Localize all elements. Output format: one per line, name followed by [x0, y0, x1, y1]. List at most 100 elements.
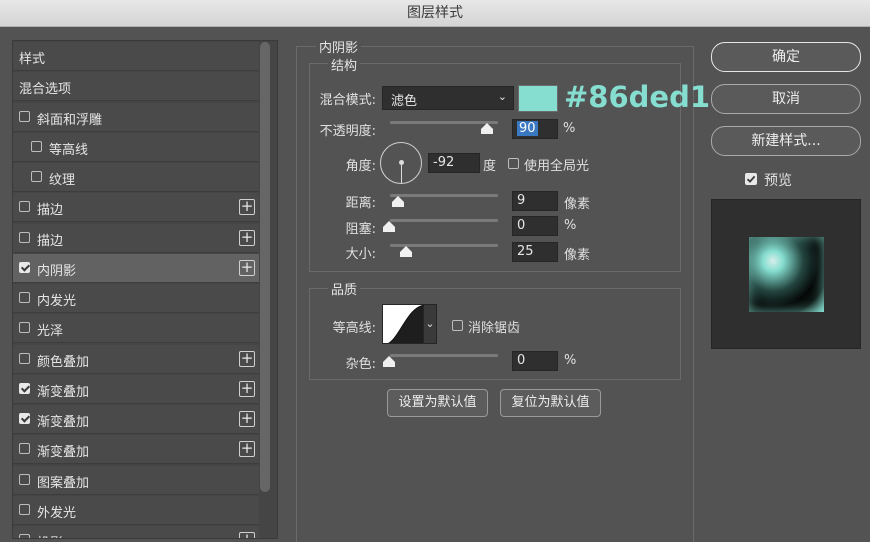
style-list-item-checkbox[interactable]	[19, 352, 30, 364]
style-list-item[interactable]: 混合选项	[13, 72, 259, 102]
choke-input[interactable]: 0	[512, 216, 558, 236]
size-unit: 像素	[564, 248, 591, 263]
choke-label: 阻塞:	[345, 222, 376, 237]
distance-input[interactable]: 9	[512, 191, 558, 211]
reset-default-button[interactable]: 复位为默认值	[500, 389, 601, 417]
global-light-label: 使用全局光	[524, 159, 590, 174]
choke-slider-track[interactable]	[390, 219, 498, 222]
style-list-item-label: 等高线	[49, 142, 89, 158]
style-list-item-label: 光泽	[37, 324, 64, 340]
anti-alias-label: 消除锯齿	[468, 321, 521, 336]
shadow-color-swatch[interactable]	[518, 85, 558, 112]
style-list-item[interactable]: 渐变叠加 +	[13, 405, 259, 434]
style-list-item-checkbox[interactable]	[19, 231, 30, 243]
style-preview	[711, 199, 861, 349]
style-list-item-checkbox[interactable]	[19, 201, 30, 213]
cancel-button[interactable]: 取消	[711, 84, 861, 114]
style-list-item-checkbox[interactable]	[19, 110, 30, 122]
style-list-item[interactable]: 光泽	[13, 314, 259, 344]
style-list-item[interactable]: 内阴影 +	[13, 253, 259, 283]
angle-dial-hand	[399, 160, 404, 183]
add-effect-plus-icon[interactable]: +	[239, 350, 255, 367]
style-list-item-checkbox[interactable]	[31, 140, 42, 152]
opacity-input[interactable]: 90	[512, 119, 558, 139]
style-list-item-checkbox[interactable]	[31, 171, 42, 182]
style-list-item-checkbox[interactable]	[19, 443, 30, 455]
style-list-item-label: 斜面和浮雕	[37, 112, 103, 128]
style-list-item-label: 渐变叠加	[37, 445, 90, 461]
noise-unit: %	[564, 353, 577, 368]
style-list: 样式 混合选项 斜面和浮雕 等高线 纹理 描边 + 描边 + 内阴影 + 内发光 光泽 颜色叠加 + 渐变叠加…	[12, 40, 278, 539]
add-effect-plus-icon[interactable]: +	[239, 199, 255, 216]
style-list-item-checkbox[interactable]	[19, 261, 30, 273]
distance-label: 距离:	[345, 196, 376, 211]
angle-input[interactable]: -92	[428, 153, 480, 173]
preview-thumbnail	[749, 237, 824, 312]
style-list-item-checkbox[interactable]	[19, 413, 30, 424]
style-list-item-label: 投影	[37, 532, 63, 538]
style-list-item-label: 图案叠加	[37, 475, 90, 491]
angle-unit: 度	[483, 159, 497, 174]
style-list-item[interactable]: 颜色叠加 +	[13, 344, 259, 374]
blend-mode-select[interactable]: 滤色 ⌄	[382, 86, 514, 110]
style-list-item[interactable]: 内发光	[13, 284, 259, 313]
distance-unit: 像素	[564, 197, 591, 212]
angle-label: 角度:	[345, 159, 376, 174]
add-effect-plus-icon[interactable]: +	[239, 259, 255, 276]
style-list-item-label: 样式	[19, 52, 46, 67]
preview-checkbox[interactable]	[745, 173, 757, 185]
style-list-item-checkbox[interactable]	[19, 322, 30, 334]
noise-slider-track[interactable]	[390, 354, 498, 357]
opacity-unit: %	[563, 121, 576, 136]
style-list-item-checkbox[interactable]	[19, 382, 30, 394]
style-list-item[interactable]: 描边 +	[13, 223, 259, 253]
contour-curve-icon	[385, 305, 423, 343]
style-list-item-label: 描边	[37, 203, 64, 219]
style-list-item[interactable]: 外发光	[13, 495, 259, 525]
add-effect-plus-icon[interactable]: +	[239, 532, 255, 538]
opacity-slider-track[interactable]	[390, 121, 498, 124]
size-input[interactable]: 25	[512, 242, 558, 262]
style-list-scrollbar[interactable]	[260, 42, 270, 492]
color-hex-annotation: #86ded1	[564, 80, 711, 114]
style-list-item-checkbox[interactable]	[19, 503, 30, 515]
contour-dropdown-chevron-icon[interactable]: ⌄	[423, 304, 437, 344]
chevron-down-icon: ⌄	[497, 90, 507, 103]
ok-button[interactable]: 确定	[711, 42, 861, 72]
style-list-item[interactable]: 图案叠加	[13, 465, 259, 495]
anti-alias-checkbox[interactable]	[452, 320, 463, 331]
size-label: 大小:	[345, 247, 376, 262]
style-list-item-label: 描边	[37, 233, 64, 249]
style-list-item[interactable]: 投影 +	[13, 526, 259, 538]
opacity-value: 90	[517, 121, 538, 136]
style-list-item[interactable]: 渐变叠加 +	[13, 374, 259, 404]
new-style-button[interactable]: 新建样式...	[711, 126, 861, 156]
add-effect-plus-icon[interactable]: +	[239, 229, 255, 246]
angle-dial[interactable]	[380, 142, 422, 184]
set-default-button[interactable]: 设置为默认值	[387, 389, 488, 417]
style-list-item[interactable]: 斜面和浮雕	[13, 102, 259, 132]
global-light-checkbox[interactable]	[508, 158, 519, 169]
window-title: 图层样式	[0, 0, 870, 27]
noise-input[interactable]: 0	[512, 351, 558, 371]
add-effect-plus-icon[interactable]: +	[239, 441, 255, 458]
style-list-item-label: 混合选项	[19, 82, 72, 98]
style-list-item[interactable]: 渐变叠加 +	[13, 435, 259, 465]
style-list-item[interactable]: 描边 +	[13, 193, 259, 223]
contour-preview[interactable]	[382, 304, 424, 344]
style-list-item-label: 颜色叠加	[37, 354, 90, 370]
preview-label: 预览	[764, 173, 792, 189]
add-effect-plus-icon[interactable]: +	[239, 411, 255, 427]
style-list-item-checkbox[interactable]	[19, 292, 30, 303]
blend-mode-label: 混合模式:	[319, 93, 376, 108]
add-effect-plus-icon[interactable]: +	[239, 380, 255, 397]
style-list-item-label: 外发光	[37, 505, 77, 521]
style-list-item-label: 内发光	[37, 294, 77, 309]
style-list-item-checkbox[interactable]	[19, 473, 30, 485]
distance-slider-track[interactable]	[390, 194, 498, 197]
style-list-item[interactable]: 样式	[13, 42, 259, 71]
style-list-item[interactable]: 等高线	[13, 132, 259, 162]
quality-title: 品质	[328, 279, 361, 298]
noise-label: 杂色:	[345, 357, 376, 372]
style-list-item[interactable]: 纹理	[13, 163, 259, 192]
